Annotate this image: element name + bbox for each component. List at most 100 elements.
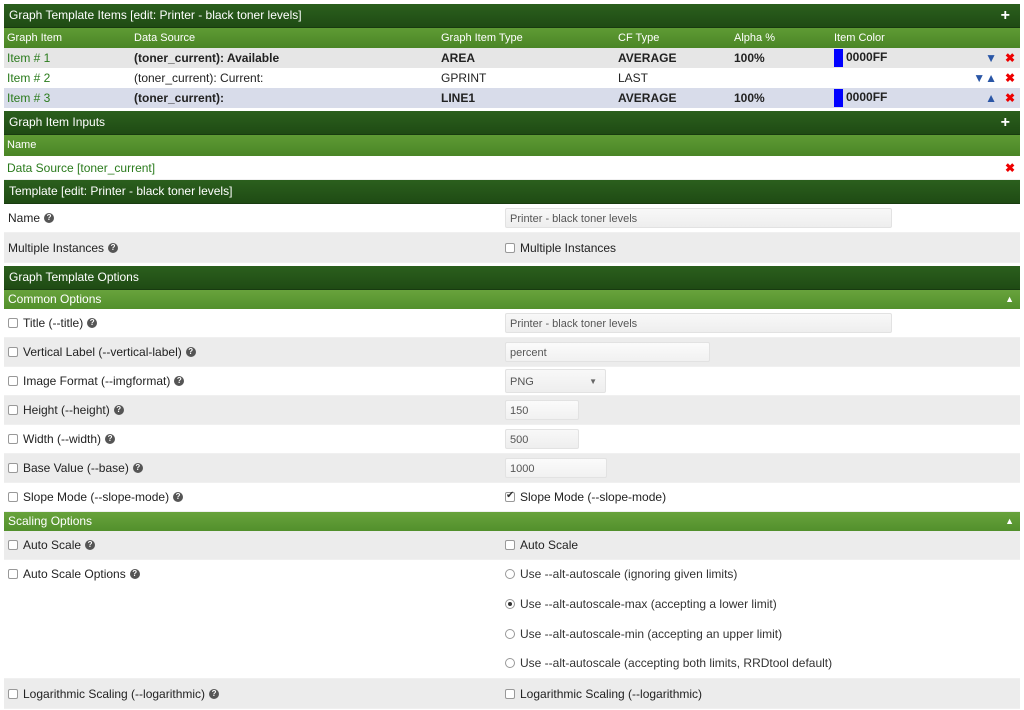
collapse-caret-icon[interactable]: ▲: [1005, 512, 1014, 531]
add-item-plus-icon[interactable]: +: [1001, 4, 1010, 27]
item-type: LINE1: [441, 91, 476, 105]
item-color-hex: 0000FF: [846, 50, 888, 65]
option-label: Title (--title): [23, 316, 84, 330]
base-value-row: Base Value (--base)? 1000: [4, 454, 1020, 483]
item-alpha: 100%: [734, 51, 765, 65]
item-alpha: 100%: [734, 91, 765, 105]
override-checkbox[interactable]: [8, 463, 18, 473]
table-row: Item # 1 (toner_current): Available AREA…: [4, 48, 1020, 68]
option-label-cell: Vertical Label (--vertical-label)?: [4, 345, 505, 359]
override-checkbox[interactable]: [8, 318, 18, 328]
help-icon[interactable]: ?: [113, 405, 124, 415]
vertical-label-row: Vertical Label (--vertical-label)? perce…: [4, 338, 1020, 367]
override-checkbox[interactable]: [8, 376, 18, 386]
option-label-cell: Base Value (--base)?: [4, 461, 505, 475]
help-icon[interactable]: ?: [85, 540, 96, 550]
item-link[interactable]: Item # 2: [4, 68, 131, 88]
logarithmic-row: Logarithmic Scaling (--logarithmic)? Log…: [4, 679, 1020, 709]
option-label-cell: Slope Mode (--slope-mode)?: [4, 490, 505, 504]
override-checkbox[interactable]: [8, 405, 18, 415]
logarithmic-checkbox[interactable]: [505, 688, 515, 699]
delete-x-icon[interactable]: ✖: [1000, 88, 1020, 108]
scaling-options-header[interactable]: Scaling Options ▲: [4, 512, 1020, 531]
help-icon[interactable]: ?: [129, 569, 140, 579]
override-checkbox[interactable]: [8, 492, 18, 502]
inputs-column-header: Name: [4, 135, 1020, 156]
radio-option[interactable]: Use --alt-autoscale-min (accepting an up…: [505, 619, 782, 649]
item-source: (toner_current):: [134, 91, 225, 105]
radio-label: Use --alt-autoscale-min (accepting an up…: [520, 627, 783, 641]
color-swatch: [834, 49, 843, 67]
option-value-cell: Printer - black toner levels: [505, 313, 1020, 333]
delete-x-icon[interactable]: ✖: [1000, 161, 1020, 175]
option-label-cell: Logarithmic Scaling (--logarithmic)?: [4, 687, 505, 701]
override-checkbox[interactable]: [8, 540, 18, 550]
slope-mode-checkbox[interactable]: [505, 490, 515, 502]
help-icon[interactable]: ?: [105, 434, 116, 444]
input-link[interactable]: Data Source [toner_current]: [4, 161, 1000, 175]
help-icon[interactable]: ?: [108, 242, 119, 253]
option-label-cell: Height (--height)?: [4, 403, 505, 417]
height-input[interactable]: 150: [505, 400, 579, 420]
name-input[interactable]: Printer - black toner levels: [505, 208, 892, 228]
radio-option[interactable]: Use --alt-autoscale (accepting both limi…: [505, 649, 832, 677]
move-down-icon[interactable]: ▼: [959, 48, 1000, 68]
name-row: Name ? Printer - black toner levels: [4, 204, 1020, 233]
option-label-cell: Image Format (--imgformat)?: [4, 374, 505, 388]
base-value-input[interactable]: 1000: [505, 458, 607, 478]
move-up-down-icon[interactable]: ▼▲: [959, 68, 1000, 88]
option-value-cell: 1000: [505, 458, 1020, 478]
delete-x-icon[interactable]: ✖: [1000, 48, 1020, 68]
option-label-cell: Auto Scale?: [4, 538, 505, 552]
width-input[interactable]: 500: [505, 429, 579, 449]
option-label-cell: Auto Scale Options?: [4, 560, 505, 588]
radio-button[interactable]: [505, 629, 515, 639]
help-icon[interactable]: ?: [185, 347, 196, 357]
item-link[interactable]: Item # 1: [4, 48, 131, 68]
item-color: 0000FF: [831, 48, 959, 68]
slope-mode-row: Slope Mode (--slope-mode)? Slope Mode (-…: [4, 483, 1020, 512]
dropdown-caret-icon: ▼: [589, 377, 597, 386]
options-header: Graph Template Options: [4, 266, 1020, 290]
delete-x-icon[interactable]: ✖: [1000, 68, 1020, 88]
radio-button[interactable]: [505, 599, 515, 609]
help-icon[interactable]: ?: [132, 463, 143, 473]
item-link[interactable]: Item # 3: [4, 88, 131, 108]
multiple-instances-checkbox[interactable]: [505, 242, 515, 253]
col-data-source: Data Source: [134, 32, 196, 44]
help-icon[interactable]: ?: [87, 318, 98, 328]
auto-scale-checkbox-label: Auto Scale: [520, 538, 579, 552]
option-label-cell: Title (--title)?: [4, 316, 505, 330]
radio-button[interactable]: [505, 569, 515, 579]
auto-scale-radio-group: Use --alt-autoscale (ignoring given limi…: [505, 560, 1020, 677]
override-checkbox[interactable]: [8, 434, 18, 444]
radio-button[interactable]: [505, 658, 515, 668]
help-icon[interactable]: ?: [44, 213, 55, 223]
image-format-select[interactable]: PNG ▼: [505, 369, 606, 393]
override-checkbox[interactable]: [8, 347, 18, 357]
auto-scale-checkbox[interactable]: [505, 540, 515, 550]
override-checkbox[interactable]: [8, 688, 18, 699]
option-label: Vertical Label (--vertical-label): [23, 345, 182, 359]
radio-option[interactable]: Use --alt-autoscale-max (accepting a low…: [505, 589, 777, 619]
move-up-icon[interactable]: ▲: [959, 88, 1000, 108]
title-input[interactable]: Printer - black toner levels: [505, 313, 892, 333]
multi-value-cell: Multiple Instances: [505, 241, 1020, 255]
collapse-caret-icon[interactable]: ▲: [1005, 290, 1014, 309]
add-input-plus-icon[interactable]: +: [1001, 111, 1010, 134]
common-options-header[interactable]: Common Options ▲: [4, 290, 1020, 309]
help-icon[interactable]: ?: [173, 492, 184, 502]
name-label-cell: Name ?: [4, 211, 505, 225]
option-label: Auto Scale: [23, 538, 82, 552]
help-icon[interactable]: ?: [209, 688, 220, 699]
radio-option[interactable]: Use --alt-autoscale (ignoring given limi…: [505, 559, 737, 589]
help-icon[interactable]: ?: [174, 376, 185, 386]
multi-label: Multiple Instances: [8, 240, 105, 255]
col-cf-type: CF Type: [618, 32, 660, 44]
items-table: Graph Item Data Source Graph Item Type C…: [4, 28, 1020, 108]
multi-checkbox-label: Multiple Instances: [520, 240, 617, 255]
vertical-label-input[interactable]: percent: [505, 342, 710, 362]
override-checkbox[interactable]: [8, 569, 18, 579]
image-format-value: PNG: [510, 376, 534, 388]
inputs-title: Graph Item Inputs: [9, 115, 106, 129]
